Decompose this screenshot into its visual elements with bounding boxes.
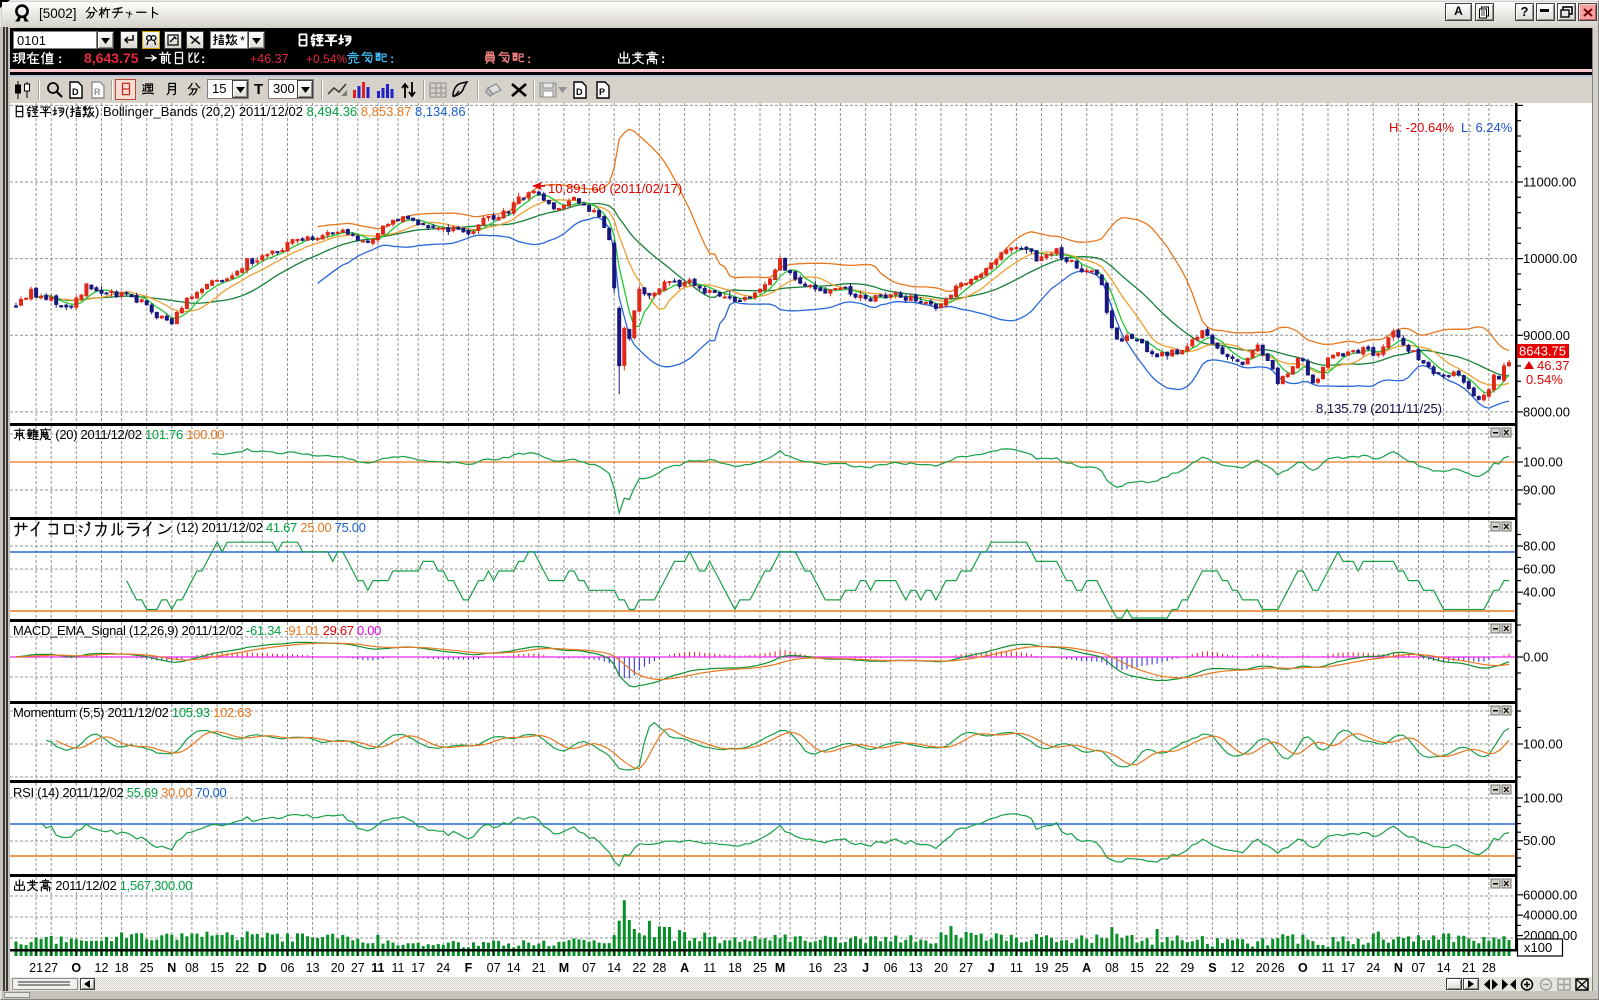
svg-text:06: 06 [884,961,898,975]
svg-text:16: 16 [808,961,822,975]
svg-text:D: D [576,87,583,97]
svg-text:J: J [988,961,995,975]
svg-text:60000.00: 60000.00 [1523,887,1577,902]
svg-text:8643.75: 8643.75 [1519,344,1566,359]
svg-text:40000.00: 40000.00 [1523,908,1577,923]
svg-text:A: A [1082,961,1091,975]
svg-text:11: 11 [1322,961,1335,975]
svg-text:14: 14 [507,961,521,975]
svg-text:14: 14 [607,961,621,975]
svg-text:20: 20 [331,961,345,975]
svg-text:D: D [72,87,79,97]
svg-text:O: O [71,961,81,975]
svg-text:18: 18 [115,961,129,975]
svg-text:A: A [680,961,689,975]
svg-text:08: 08 [1105,961,1119,975]
svg-text:11: 11 [392,961,405,975]
svg-text:07: 07 [582,961,596,975]
svg-text:07: 07 [1412,961,1426,975]
svg-text:40.00: 40.00 [1523,585,1556,600]
svg-text:24: 24 [436,961,450,975]
svg-text:21: 21 [532,961,546,975]
svg-text:21: 21 [29,961,43,975]
svg-text:13: 13 [306,961,320,975]
svg-text:10,891.60 (2011/02/17): 10,891.60 (2011/02/17) [548,181,682,196]
svg-text:9000.00: 9000.00 [1523,328,1570,343]
svg-text:50.00: 50.00 [1523,833,1556,848]
svg-text:27: 27 [351,961,365,975]
svg-text:11: 11 [1010,961,1023,975]
svg-text:25: 25 [1055,961,1069,975]
svg-text:14: 14 [1437,961,1451,975]
svg-text:28: 28 [1482,961,1496,975]
svg-text:H: -20.64%: H: -20.64% [1389,120,1454,135]
svg-text:100.00: 100.00 [1523,791,1563,806]
svg-text:27: 27 [44,961,58,975]
svg-text:O: O [1298,961,1308,975]
svg-text:J: J [862,961,869,975]
svg-text:0.00: 0.00 [1523,650,1548,665]
svg-text:18: 18 [728,961,742,975]
svg-text:P: P [599,87,605,97]
svg-text:8000.00: 8000.00 [1523,404,1570,419]
svg-text:x100: x100 [1524,940,1552,955]
svg-text:15: 15 [1130,961,1144,975]
svg-text:90.00: 90.00 [1523,483,1556,498]
svg-text:23: 23 [833,961,847,975]
svg-text:06: 06 [281,961,295,975]
svg-text:10000.00: 10000.00 [1523,251,1577,266]
svg-text:11000.00: 11000.00 [1523,175,1576,190]
svg-text:27: 27 [959,961,973,975]
svg-text:L: 6.24%: L: 6.24% [1461,120,1513,135]
svg-text:D: D [258,961,267,975]
svg-text:29: 29 [1180,961,1194,975]
svg-text:07: 07 [487,961,501,975]
svg-text:R: R [94,87,101,97]
svg-text:N: N [167,961,176,975]
svg-text:0.54%: 0.54% [1526,372,1563,387]
svg-text:12: 12 [1231,961,1245,975]
svg-text:25: 25 [140,961,154,975]
svg-text:22: 22 [632,961,646,975]
svg-text:17: 17 [1341,961,1355,975]
svg-text:17: 17 [411,961,425,975]
svg-text:M: M [559,961,569,975]
svg-text:13: 13 [909,961,923,975]
svg-text:22: 22 [235,961,249,975]
svg-text:25: 25 [753,961,767,975]
svg-text:N: N [1394,961,1403,975]
svg-text:19: 19 [1035,961,1049,975]
svg-text:60.00: 60.00 [1523,562,1556,577]
svg-text:20: 20 [1256,961,1270,975]
svg-text:28: 28 [652,961,666,975]
svg-text:11: 11 [371,961,384,975]
svg-text:24: 24 [1366,961,1380,975]
svg-text:21: 21 [1462,961,1476,975]
svg-text:11: 11 [703,961,716,975]
svg-text:15: 15 [210,961,224,975]
svg-text:12: 12 [95,961,109,975]
svg-text:100.00: 100.00 [1523,455,1563,470]
svg-text:80.00: 80.00 [1523,539,1556,554]
svg-text:22: 22 [1155,961,1169,975]
svg-text:26: 26 [1271,961,1285,975]
svg-text:M: M [775,961,785,975]
svg-text:08: 08 [185,961,199,975]
svg-text:100.00: 100.00 [1523,737,1563,752]
svg-text:8,135.79 (2011/11/25): 8,135.79 (2011/11/25) [1316,401,1442,416]
svg-text:20: 20 [934,961,948,975]
svg-text:46.37: 46.37 [1537,358,1570,373]
svg-text:F: F [465,961,473,975]
svg-text:S: S [1208,961,1216,975]
